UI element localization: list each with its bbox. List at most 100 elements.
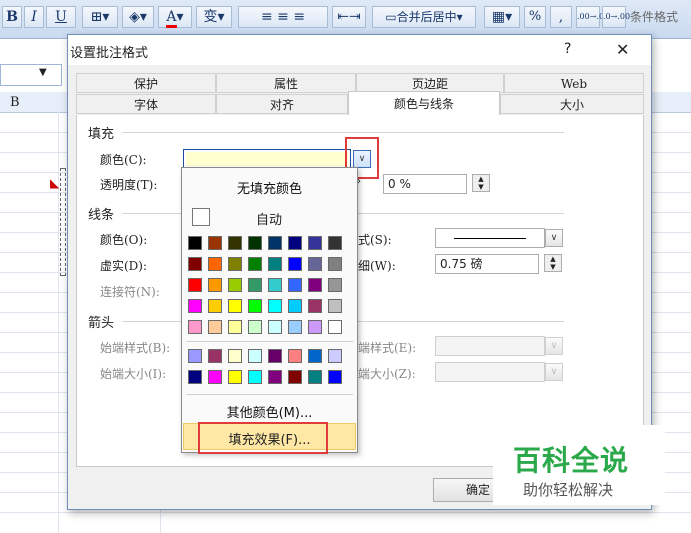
color-swatch[interactable] bbox=[308, 257, 322, 271]
border-button[interactable]: ⊞▾ bbox=[82, 6, 118, 28]
automatic-color-swatch[interactable] bbox=[192, 208, 210, 226]
comment-border[interactable] bbox=[60, 168, 66, 276]
color-swatch[interactable] bbox=[208, 349, 222, 363]
color-swatch[interactable] bbox=[228, 257, 242, 271]
indent-buttons[interactable]: ⇤⇥ bbox=[332, 6, 366, 28]
italic-button[interactable]: I bbox=[24, 6, 44, 28]
phonetic-button[interactable]: 变▾ bbox=[196, 6, 232, 28]
end-style-dropdown[interactable]: ∨ bbox=[545, 337, 563, 355]
color-swatch[interactable] bbox=[188, 349, 202, 363]
fill-color-swatch[interactable] bbox=[183, 149, 351, 169]
no-fill-option[interactable]: 无填充颜色 bbox=[182, 178, 357, 197]
line-style-select[interactable] bbox=[435, 228, 545, 248]
color-swatch[interactable] bbox=[248, 320, 262, 334]
line-weight-spinner[interactable]: ▲ ▼ bbox=[544, 254, 562, 272]
color-swatch[interactable] bbox=[328, 278, 342, 292]
color-swatch[interactable] bbox=[328, 236, 342, 250]
end-size-select[interactable] bbox=[435, 362, 545, 382]
color-swatch[interactable] bbox=[248, 370, 262, 384]
color-swatch[interactable] bbox=[308, 349, 322, 363]
color-swatch[interactable] bbox=[268, 236, 282, 250]
color-swatch[interactable] bbox=[248, 257, 262, 271]
color-swatch[interactable] bbox=[208, 370, 222, 384]
color-swatch[interactable] bbox=[188, 370, 202, 384]
color-swatch[interactable] bbox=[208, 278, 222, 292]
column-b-header[interactable]: B bbox=[10, 95, 20, 110]
increase-decimal-button[interactable]: .00→.0 bbox=[576, 6, 604, 28]
color-swatch[interactable] bbox=[268, 299, 282, 313]
color-swatch[interactable] bbox=[228, 320, 242, 334]
automatic-option[interactable]: 自动 bbox=[256, 209, 282, 228]
color-swatch[interactable] bbox=[328, 349, 342, 363]
end-style-select[interactable] bbox=[435, 336, 545, 356]
color-swatch[interactable] bbox=[288, 370, 302, 384]
tab-margins[interactable]: 页边距 bbox=[356, 73, 504, 93]
color-swatch[interactable] bbox=[208, 299, 222, 313]
color-swatch[interactable] bbox=[308, 278, 322, 292]
tab-web[interactable]: Web bbox=[504, 73, 644, 93]
more-colors-option[interactable]: 其他颜色(M)... bbox=[182, 402, 357, 421]
merge-center-button[interactable]: ▭合并后居中▾ bbox=[372, 6, 476, 28]
comma-button[interactable]: , bbox=[550, 6, 572, 28]
color-swatch[interactable] bbox=[308, 236, 322, 250]
color-swatch[interactable] bbox=[328, 299, 342, 313]
tab-size[interactable]: 大小 bbox=[500, 94, 644, 114]
color-swatch[interactable] bbox=[288, 299, 302, 313]
tab-properties[interactable]: 属性 bbox=[216, 73, 356, 93]
tab-alignment[interactable]: 对齐 bbox=[216, 94, 348, 114]
accounting-format-button[interactable]: ▦▾ bbox=[484, 6, 520, 28]
color-swatch[interactable] bbox=[188, 278, 202, 292]
font-color-button[interactable]: A▾ bbox=[158, 6, 192, 28]
color-swatch[interactable] bbox=[208, 320, 222, 334]
tab-font[interactable]: 字体 bbox=[76, 94, 216, 114]
tab-protection[interactable]: 保护 bbox=[76, 73, 216, 93]
color-swatch[interactable] bbox=[248, 236, 262, 250]
transparency-input[interactable]: 0 % bbox=[383, 174, 467, 194]
color-swatch[interactable] bbox=[248, 349, 262, 363]
align-buttons[interactable]: ≡ ≡ ≡ bbox=[238, 6, 328, 28]
color-swatch[interactable] bbox=[328, 257, 342, 271]
end-size-dropdown[interactable]: ∨ bbox=[545, 363, 563, 381]
color-swatch[interactable] bbox=[188, 320, 202, 334]
color-swatch[interactable] bbox=[208, 257, 222, 271]
color-swatch[interactable] bbox=[308, 320, 322, 334]
color-swatch[interactable] bbox=[228, 236, 242, 250]
color-swatch[interactable] bbox=[188, 257, 202, 271]
percent-button[interactable]: % bbox=[524, 6, 546, 28]
color-swatch[interactable] bbox=[228, 278, 242, 292]
help-button[interactable]: ? bbox=[564, 41, 571, 57]
color-swatch[interactable] bbox=[188, 236, 202, 250]
tab-colors-lines[interactable]: 颜色与线条 bbox=[348, 91, 500, 116]
color-swatch[interactable] bbox=[308, 370, 322, 384]
color-swatch[interactable] bbox=[328, 320, 342, 334]
color-swatch[interactable] bbox=[288, 236, 302, 250]
color-swatch[interactable] bbox=[308, 299, 322, 313]
close-button[interactable]: ✕ bbox=[616, 40, 629, 59]
color-swatch[interactable] bbox=[228, 349, 242, 363]
color-swatch[interactable] bbox=[228, 370, 242, 384]
fill-color-button[interactable]: ◈▾ bbox=[122, 6, 154, 28]
line-weight-input[interactable]: 0.75 磅 bbox=[435, 254, 539, 274]
transparency-spinner[interactable]: ▲ ▼ bbox=[472, 174, 490, 192]
color-swatch[interactable] bbox=[268, 278, 282, 292]
color-swatch[interactable] bbox=[228, 299, 242, 313]
underline-button[interactable]: U bbox=[46, 6, 76, 28]
color-swatch[interactable] bbox=[288, 278, 302, 292]
decrease-decimal-button[interactable]: .0→.00 bbox=[602, 6, 630, 28]
conditional-format-button[interactable]: 条件格式 bbox=[630, 6, 678, 28]
color-swatch[interactable] bbox=[248, 299, 262, 313]
color-swatch[interactable] bbox=[268, 370, 282, 384]
color-swatch[interactable] bbox=[268, 320, 282, 334]
bold-button[interactable]: B bbox=[2, 6, 22, 28]
name-box[interactable]: ▼ bbox=[0, 64, 62, 86]
color-swatch[interactable] bbox=[268, 257, 282, 271]
color-swatch[interactable] bbox=[208, 236, 222, 250]
color-swatch[interactable] bbox=[288, 349, 302, 363]
line-style-dropdown[interactable]: ∨ bbox=[545, 229, 563, 247]
color-swatch[interactable] bbox=[268, 349, 282, 363]
color-swatch[interactable] bbox=[328, 370, 342, 384]
color-swatch[interactable] bbox=[248, 278, 262, 292]
color-swatch[interactable] bbox=[188, 299, 202, 313]
color-swatch[interactable] bbox=[288, 257, 302, 271]
color-swatch[interactable] bbox=[288, 320, 302, 334]
